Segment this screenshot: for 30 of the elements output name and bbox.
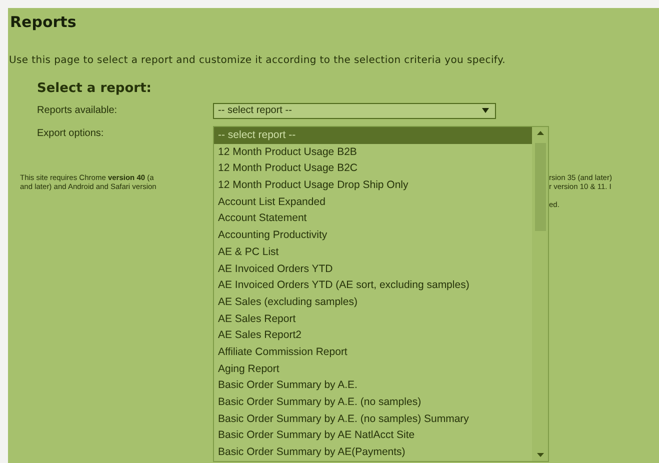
dropdown-option[interactable]: AE & PC List — [214, 244, 532, 260]
scrollbar[interactable] — [532, 127, 548, 461]
dropdown-option[interactable]: -- select report -- — [214, 127, 532, 144]
section-heading: Select a report: — [37, 80, 152, 97]
page-description: Use this page to select a report and customize it according to the selection criteria you specify. — [9, 54, 506, 68]
scroll-up-icon[interactable] — [536, 131, 544, 135]
field-label: Reports available: — [37, 105, 118, 116]
dropdown-option[interactable]: Account List Expanded — [214, 194, 532, 210]
dropdown-option[interactable]: 12 Month Product Usage B2B — [214, 144, 532, 160]
field-label: Export options: — [37, 128, 105, 139]
dropdown-option[interactable]: Account Statement — [214, 210, 532, 228]
report-select[interactable]: -- select report -- — [213, 102, 496, 118]
dropdown-option[interactable]: Basic Order Summary by A.E. (no samples) Summary — [214, 410, 532, 428]
dropdown-option[interactable]: Basic Order Summary by A.E. (no samples) — [214, 394, 532, 411]
dropdown-option[interactable]: Basic Order Summary by AE(Payments) — [214, 444, 532, 461]
dropdown-option[interactable]: AE Sales Report2 — [214, 327, 532, 344]
dropdown-option[interactable]: Basic Order Summary by A.E. — [214, 377, 532, 394]
dropdown-option[interactable]: AE Invoiced Orders YTD (AE sort, excluding samples) — [214, 277, 532, 294]
caret-icon — [482, 108, 489, 113]
dropdown-option[interactable]: AE Sales (excluding samples) — [214, 294, 532, 311]
dropdown-option[interactable]: 12 Month Product Usage Drop Ship Only — [214, 177, 532, 194]
dropdown-option[interactable]: 12 Month Product Usage B2C — [214, 160, 532, 178]
dropdown-option[interactable]: Accounting Productivity — [214, 227, 532, 244]
dropdown-option[interactable]: AE Invoiced Orders YTD — [214, 260, 532, 278]
dropdown-option[interactable]: Affiliate Commission Report — [214, 344, 532, 361]
scroll-down-icon[interactable] — [536, 453, 544, 457]
page-title: Reports — [10, 12, 76, 32]
dropdown-option[interactable]: Basic Order Summary by AE NatlAcct Site — [214, 427, 532, 444]
dropdown-option[interactable]: AE Sales Report — [214, 310, 532, 328]
dropdown-option[interactable]: Aging Report — [214, 360, 532, 378]
